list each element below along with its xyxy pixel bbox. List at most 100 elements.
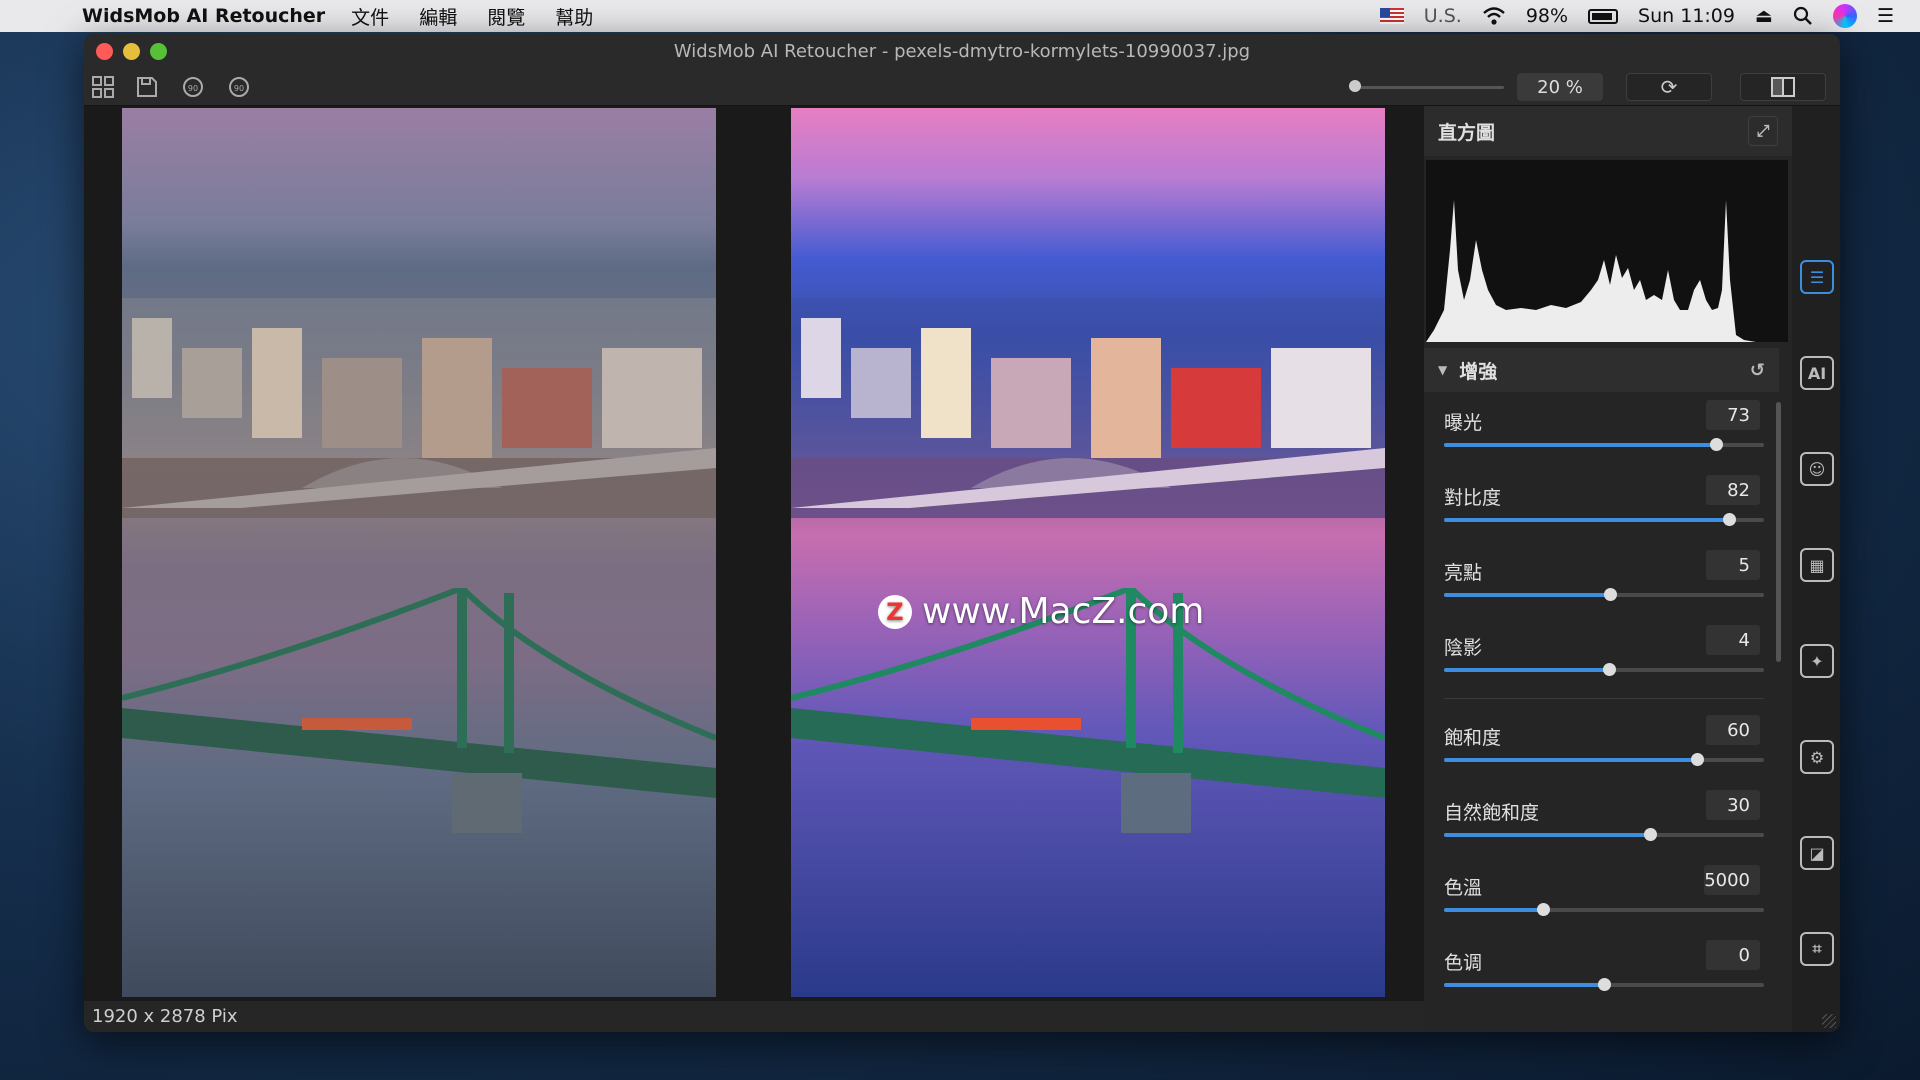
slider-exposure[interactable]: 曝光 73	[1444, 398, 1764, 458]
slider-knob[interactable]	[1537, 903, 1551, 916]
slider-value[interactable]: 4	[1706, 625, 1760, 655]
siri-icon[interactable]	[1832, 4, 1857, 28]
slider-label: 色调	[1444, 952, 1483, 974]
wifi-icon[interactable]	[1482, 6, 1506, 26]
river-bank	[791, 448, 1385, 508]
refresh-icon: ⟳	[1660, 75, 1678, 99]
slider-track[interactable]	[1444, 663, 1764, 676]
slider-knob[interactable]	[1722, 513, 1736, 526]
panel-scrollbar[interactable]	[1776, 402, 1781, 662]
grid-view-icon[interactable]	[90, 74, 116, 100]
menu-edit[interactable]: 編輯	[419, 3, 457, 30]
slider-track[interactable]	[1444, 903, 1764, 916]
app-window: WidsMob AI Retoucher - pexels-dmytro-kor…	[84, 34, 1840, 1032]
image-dimensions: 1920 x 2878 Pix	[92, 1006, 238, 1027]
slider-contrast[interactable]: 對比度 82	[1444, 473, 1764, 533]
slider-shadows[interactable]: 陰影 4	[1444, 623, 1764, 683]
slider-vibrance[interactable]: 自然飽和度 30	[1444, 788, 1764, 848]
slider-value[interactable]: 0	[1706, 940, 1760, 970]
divider	[1444, 698, 1764, 699]
slider-track[interactable]	[1444, 828, 1764, 841]
eject-icon[interactable]: ⏏	[1755, 5, 1773, 27]
compare-refresh-button[interactable]: ⟳	[1626, 73, 1712, 101]
slider-track[interactable]	[1444, 978, 1764, 991]
menu-app-name[interactable]: WidsMob AI Retoucher	[82, 5, 325, 27]
fullscreen-button[interactable]	[150, 43, 167, 60]
slider-label: 陰影	[1444, 637, 1483, 659]
slider-value[interactable]: 82	[1706, 475, 1760, 505]
original-photo[interactable]	[122, 108, 716, 997]
split-view-button[interactable]	[1740, 73, 1826, 101]
crop-icon[interactable]: ⌗	[1800, 932, 1834, 966]
adjustment-panel: 直方圖 ⤢ ▼ 增強 ↺ 曝光 73 對比度 82 亮點 5 陰影 4 飽和度 …	[1424, 106, 1792, 1032]
bridge	[122, 588, 716, 833]
rotate-right-icon[interactable]: 90	[226, 74, 252, 100]
slider-temperature[interactable]: 色溫 5000	[1444, 863, 1764, 923]
noise-icon[interactable]: ▦	[1800, 548, 1834, 582]
clock[interactable]: Sun 11:09	[1638, 5, 1735, 27]
slider-value[interactable]: 5	[1706, 550, 1760, 580]
watermark-logo: Z	[878, 594, 912, 629]
flag-icon[interactable]	[1379, 8, 1404, 24]
expand-icon[interactable]: ⤢	[1748, 116, 1778, 146]
zoom-slider-knob[interactable]	[1349, 80, 1361, 92]
histogram-title: 直方圖	[1438, 121, 1496, 144]
adjust-icon[interactable]: ☰	[1800, 260, 1834, 294]
menu-help[interactable]: 幫助	[555, 3, 593, 30]
save-icon[interactable]	[134, 74, 160, 100]
slider-value[interactable]: 60	[1706, 715, 1760, 745]
watermark: Z www.MacZ.com	[878, 591, 1204, 632]
slider-value[interactable]: 73	[1706, 400, 1760, 430]
input-source[interactable]: U.S.	[1424, 5, 1462, 27]
collapse-triangle-icon[interactable]: ▼	[1438, 363, 1447, 377]
ai-icon[interactable]: AI	[1800, 356, 1834, 390]
window-title: WidsMob AI Retoucher - pexels-dmytro-kor…	[673, 40, 1251, 62]
slider-track[interactable]	[1444, 438, 1764, 451]
battery-icon[interactable]	[1588, 8, 1619, 24]
enhance-section-title: 增強	[1459, 360, 1498, 383]
image-canvas[interactable]: Z www.MacZ.com	[84, 106, 1424, 1001]
settings-icon[interactable]: ⚙	[1800, 740, 1834, 774]
zoom-slider-track[interactable]	[1354, 86, 1504, 89]
slider-value[interactable]: 30	[1706, 790, 1760, 820]
slider-saturation[interactable]: 飽和度 60	[1444, 713, 1764, 773]
enhance-section-header[interactable]: ▼ 增強 ↺	[1424, 348, 1779, 392]
resize-grip[interactable]	[1822, 1014, 1836, 1028]
portrait-icon[interactable]: ☺	[1800, 452, 1834, 486]
watermark-text: www.MacZ.com	[922, 591, 1205, 632]
slider-knob[interactable]	[1644, 828, 1658, 841]
river-bank	[122, 448, 716, 508]
zoom-value[interactable]: 20 %	[1517, 73, 1603, 101]
menu-file[interactable]: 文件	[351, 3, 389, 30]
slider-knob[interactable]	[1710, 438, 1723, 451]
slider-knob[interactable]	[1598, 978, 1611, 991]
title-bar: WidsMob AI Retoucher - pexels-dmytro-kor…	[84, 34, 1840, 68]
magic-icon[interactable]: ✦	[1800, 644, 1834, 678]
spotlight-search-icon[interactable]	[1793, 6, 1813, 26]
battery-percent: 98%	[1525, 5, 1569, 27]
slider-track[interactable]	[1444, 753, 1764, 766]
minimize-button[interactable]	[123, 43, 140, 60]
slider-knob[interactable]	[1604, 588, 1618, 601]
reset-icon[interactable]: ↺	[1750, 360, 1765, 381]
rotate-left-icon[interactable]: 90	[180, 74, 206, 100]
menu-view[interactable]: 閱覽	[487, 3, 525, 30]
slider-label: 對比度	[1444, 487, 1502, 509]
frame-icon[interactable]: ◪	[1800, 836, 1834, 870]
close-button[interactable]	[96, 43, 113, 60]
slider-track[interactable]	[1444, 513, 1764, 526]
slider-label: 亮點	[1444, 562, 1483, 584]
retouched-photo[interactable]	[791, 108, 1385, 997]
slider-knob[interactable]	[1602, 663, 1616, 676]
slider-track[interactable]	[1444, 588, 1764, 601]
slider-value[interactable]: 5000	[1704, 865, 1760, 895]
slider-label: 色溫	[1444, 877, 1483, 899]
slider-highlights[interactable]: 亮點 5	[1444, 548, 1764, 608]
slider-knob[interactable]	[1690, 753, 1704, 766]
tool-rail: ☰ AI ☺ ▦ ✦ ⚙ ◪ ⌗	[1792, 106, 1840, 1032]
menu-bar: WidsMob AI Retoucher 文件 編輯 閱覽 幫助 U.S. 98…	[0, 0, 1920, 32]
status-bar: 1920 x 2878 Pix	[84, 1001, 1424, 1032]
toolbar: 90 90 20 % ⟳	[84, 68, 1840, 106]
notification-center-icon[interactable]: ☰	[1877, 5, 1894, 27]
slider-tint[interactable]: 色调 0	[1444, 938, 1764, 998]
